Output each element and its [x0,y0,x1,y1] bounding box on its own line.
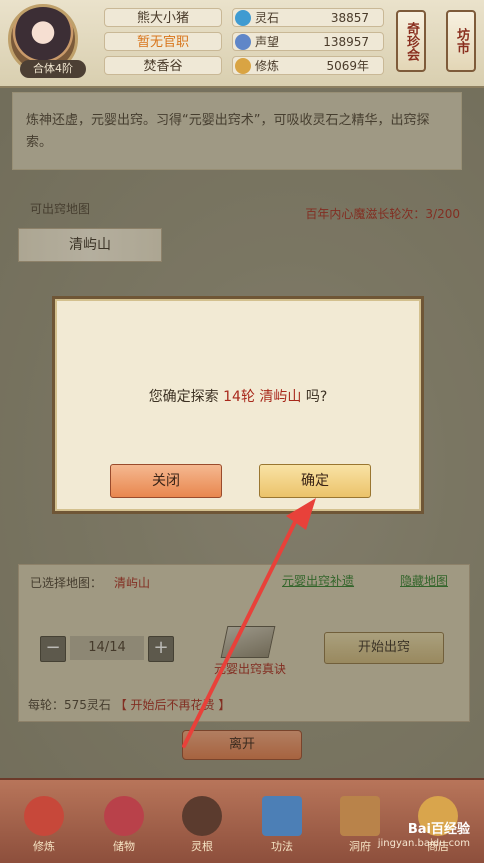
stat-label: 声望 [255,35,280,49]
stat-spirit-stone: 灵石 38857 [232,8,384,27]
dialog-close-button[interactable]: 关闭 [110,464,222,498]
sect-name: 焚香谷 [104,56,222,75]
stat-label: 修炼 [255,59,280,73]
nav-item-skills[interactable]: 功法 [256,796,308,854]
treasure-auction-button[interactable]: 奇珍会 [396,10,426,72]
cultivation-nav-icon [24,796,64,836]
nav-item-spirit-root[interactable]: 灵根 [176,796,228,854]
spirit-stone-icon [235,10,251,26]
watermark-brand: Bai百经验 [407,822,470,837]
prestige-icon [235,34,251,50]
stat-value: 138957 [323,35,369,49]
storage-bag-icon [104,796,144,836]
skill-book-icon [262,796,302,836]
dialog-msg-prefix: 您确定探索 [148,389,219,405]
stat-value: 38857 [330,11,369,25]
nav-label: 功法 [271,840,293,853]
nav-item-cultivation[interactable]: 修炼 [18,796,70,854]
official-title[interactable]: 暂无官职 [104,32,222,51]
nav-label: 灵根 [191,840,213,853]
market-button[interactable]: 坊市 [446,10,476,72]
spirit-root-icon [182,796,222,836]
dialog-message: 您确定探索 14轮 清屿山 吗? [52,386,424,406]
dialog-confirm-button[interactable]: 确定 [259,464,371,498]
nav-item-storage[interactable]: 储物 [98,796,150,854]
dialog-msg-highlight: 14轮 清屿山 [223,389,302,405]
stat-value: 5069年 [326,59,369,73]
stat-prestige: 声望 138957 [232,32,384,51]
cave-house-icon [340,796,380,836]
player-name: 熊大小猪 [104,8,222,27]
cultivation-icon [235,58,251,74]
nav-label: 修炼 [33,840,55,853]
stat-label: 灵石 [255,11,280,25]
top-status-bar: 合体4阶 熊大小猪 暂无官职 焚香谷 灵石 38857 声望 138957 修炼… [0,0,484,88]
dialog-msg-suffix: 吗? [305,389,328,405]
stat-cultivation: 修炼 5069年 [232,56,384,75]
nav-label: 储物 [113,840,135,853]
rank-badge: 合体4阶 [20,60,86,78]
watermark-url: jingyan.baidu.com [377,838,470,849]
